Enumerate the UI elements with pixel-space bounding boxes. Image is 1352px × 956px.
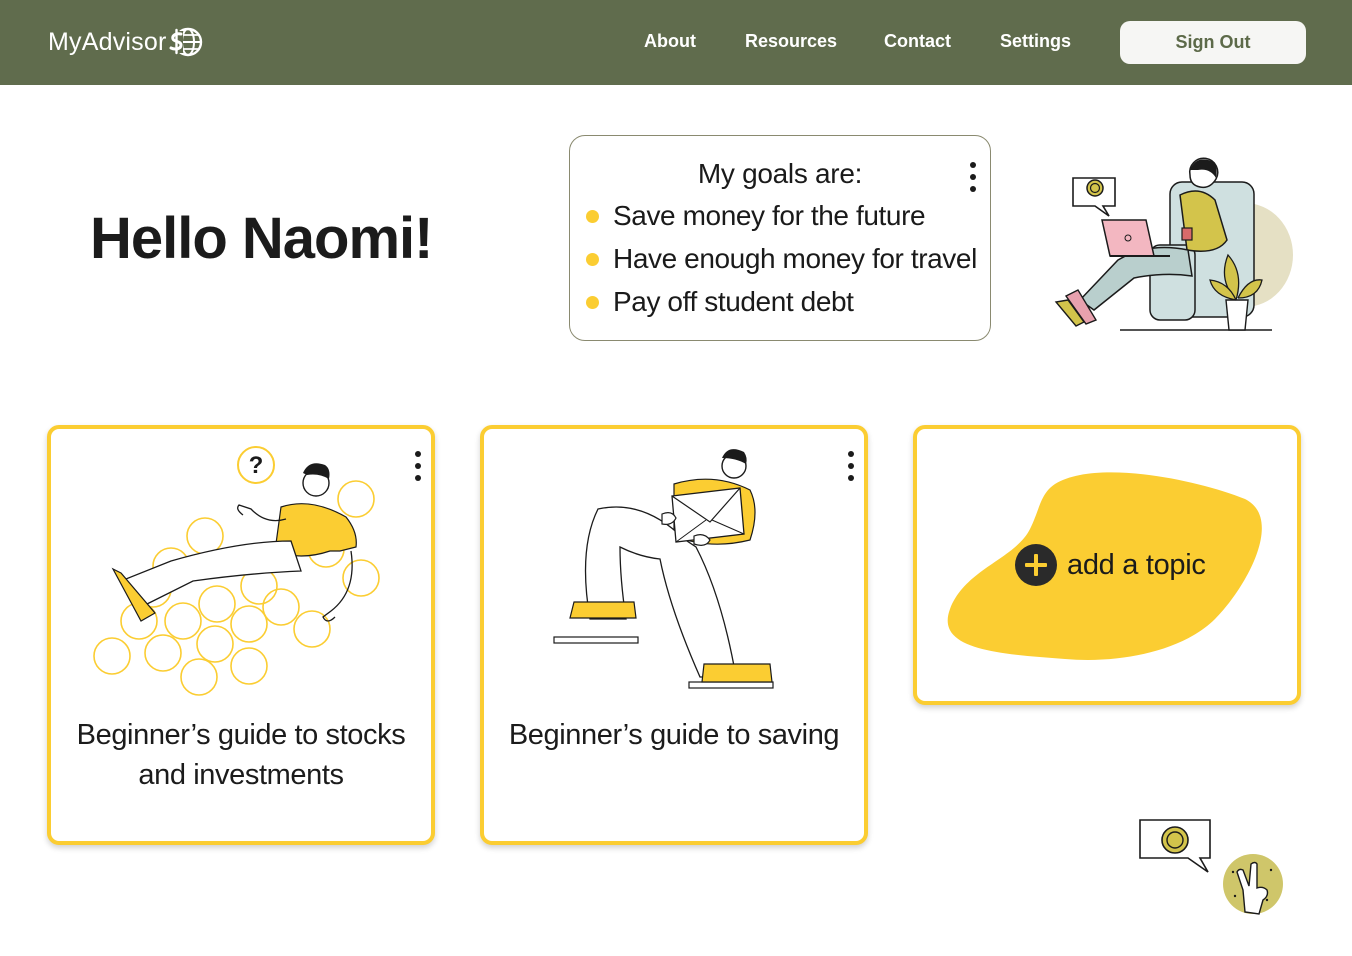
card-title-line: Beginner’s guide to saving: [508, 719, 840, 751]
sign-out-button[interactable]: Sign Out: [1120, 21, 1306, 64]
goals-more-options-icon[interactable]: [968, 162, 978, 192]
goal-item: Have enough money for travel: [586, 243, 977, 275]
goal-text: Have enough money for travel: [613, 243, 977, 274]
svg-text:?: ?: [249, 452, 264, 479]
greeting-heading: Hello Naomi!: [90, 206, 433, 271]
bullet-dot-icon: [586, 209, 599, 223]
card-more-options-icon[interactable]: [413, 451, 423, 481]
nav-resources[interactable]: Resources: [745, 31, 837, 52]
card-title-line: Beginner’s guide to stocks: [76, 719, 406, 751]
plus-icon: [1015, 544, 1057, 586]
card-title: Beginner’s guide to stocks and investmen…: [51, 715, 431, 795]
goals-panel: My goals are: Save money for the future …: [569, 135, 991, 341]
dollar-globe-icon: [169, 27, 202, 57]
nav-contact[interactable]: Contact: [884, 31, 951, 52]
goal-item: Save money for the future: [586, 200, 926, 232]
topic-card-saving[interactable]: Beginner’s guide to saving: [480, 425, 868, 845]
man-floating-coins-illustration: ?: [93, 446, 380, 696]
peace-hand-avatar-icon[interactable]: [1221, 852, 1285, 916]
chat-bubble-icon[interactable]: [1138, 818, 1214, 876]
nav-settings[interactable]: Settings: [1000, 31, 1071, 52]
goal-text: Save money for the future: [613, 200, 926, 231]
card-title-line: and investments: [138, 759, 344, 791]
add-topic-button[interactable]: add a topic: [1015, 544, 1206, 586]
bullet-dot-icon: [586, 252, 599, 266]
add-topic-card[interactable]: add a topic: [913, 425, 1301, 705]
brand-logo[interactable]: MyAdvisor: [48, 24, 203, 60]
goal-text: Pay off student debt: [613, 286, 854, 317]
topic-card-stocks[interactable]: ? Beginner’s guide to stocks and investm…: [47, 425, 435, 845]
add-topic-label: add a topic: [1067, 548, 1206, 581]
brand-name: MyAdvisor: [48, 27, 167, 56]
card-title: Beginner’s guide to saving: [484, 715, 864, 755]
top-navigation-bar: MyAdvisor About Resources Contact Settin…: [0, 0, 1352, 85]
goals-title: My goals are:: [697, 158, 863, 189]
nav-about[interactable]: About: [644, 31, 696, 52]
goal-item: Pay off student debt: [586, 286, 854, 318]
man-carrying-envelope-illustration: [553, 449, 774, 689]
woman-armchair-laptop-illustration: [1054, 157, 1293, 331]
bullet-dot-icon: [586, 295, 599, 309]
card-more-options-icon[interactable]: [846, 451, 856, 481]
